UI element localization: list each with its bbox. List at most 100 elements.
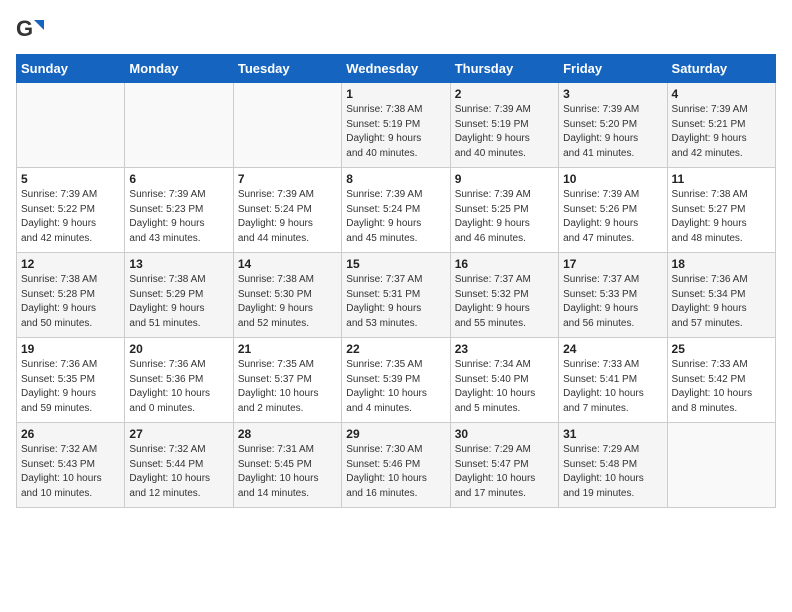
header: G — [16, 16, 776, 44]
day-info: Sunrise: 7:39 AM Sunset: 5:21 PM Dayligh… — [672, 103, 771, 161]
day-number: 14 — [238, 257, 337, 271]
svg-text:G: G — [16, 16, 33, 41]
calendar-cell: 11 Sunrise: 7:38 AM Sunset: 5:27 PM Dayli… — [667, 168, 775, 253]
calendar-cell: 2 Sunrise: 7:39 AM Sunset: 5:19 PM Daylig… — [450, 83, 558, 168]
day-number: 27 — [129, 427, 228, 441]
day-number: 18 — [672, 257, 771, 271]
calendar-cell: 19 Sunrise: 7:36 AM Sunset: 5:35 PM Dayli… — [17, 338, 125, 423]
day-number: 6 — [129, 172, 228, 186]
day-info: Sunrise: 7:36 AM Sunset: 5:35 PM Dayligh… — [21, 358, 120, 416]
calendar-cell: 30 Sunrise: 7:29 AM Sunset: 5:47 PM Dayli… — [450, 423, 558, 508]
calendar-cell: 25 Sunrise: 7:33 AM Sunset: 5:42 PM Dayli… — [667, 338, 775, 423]
day-number: 24 — [563, 342, 662, 356]
day-info: Sunrise: 7:39 AM Sunset: 5:23 PM Dayligh… — [129, 188, 228, 246]
weekday-header-sunday: Sunday — [17, 55, 125, 83]
calendar-week-row: 5Sunrise: 7:39 AM Sunset: 5:22 PM Daylig… — [17, 168, 776, 253]
day-info: Sunrise: 7:31 AM Sunset: 5:45 PM Dayligh… — [238, 443, 337, 501]
day-info: Sunrise: 7:29 AM Sunset: 5:47 PM Dayligh… — [455, 443, 554, 501]
day-info: Sunrise: 7:36 AM Sunset: 5:36 PM Dayligh… — [129, 358, 228, 416]
day-number: 9 — [455, 172, 554, 186]
calendar-cell: 28 Sunrise: 7:31 AM Sunset: 5:45 PM Dayli… — [233, 423, 341, 508]
calendar-cell: 23 Sunrise: 7:34 AM Sunset: 5:40 PM Dayli… — [450, 338, 558, 423]
weekday-header-friday: Friday — [559, 55, 667, 83]
calendar-cell: 24Sunrise: 7:33 AM Sunset: 5:41 PM Dayli… — [559, 338, 667, 423]
calendar-cell: 5Sunrise: 7:39 AM Sunset: 5:22 PM Daylig… — [17, 168, 125, 253]
calendar-cell: 15Sunrise: 7:37 AM Sunset: 5:31 PM Dayli… — [342, 253, 450, 338]
weekday-header-row: SundayMondayTuesdayWednesdayThursdayFrid… — [17, 55, 776, 83]
day-info: Sunrise: 7:39 AM Sunset: 5:25 PM Dayligh… — [455, 188, 554, 246]
calendar-cell: 29Sunrise: 7:30 AM Sunset: 5:46 PM Dayli… — [342, 423, 450, 508]
weekday-header-thursday: Thursday — [450, 55, 558, 83]
day-info: Sunrise: 7:34 AM Sunset: 5:40 PM Dayligh… — [455, 358, 554, 416]
day-number: 19 — [21, 342, 120, 356]
day-info: Sunrise: 7:39 AM Sunset: 5:19 PM Dayligh… — [455, 103, 554, 161]
calendar-cell: 9 Sunrise: 7:39 AM Sunset: 5:25 PM Daylig… — [450, 168, 558, 253]
day-info: Sunrise: 7:36 AM Sunset: 5:34 PM Dayligh… — [672, 273, 771, 331]
weekday-header-monday: Monday — [125, 55, 233, 83]
day-info: Sunrise: 7:35 AM Sunset: 5:39 PM Dayligh… — [346, 358, 445, 416]
calendar-cell: 22Sunrise: 7:35 AM Sunset: 5:39 PM Dayli… — [342, 338, 450, 423]
calendar-cell — [125, 83, 233, 168]
day-info: Sunrise: 7:32 AM Sunset: 5:43 PM Dayligh… — [21, 443, 120, 501]
day-info: Sunrise: 7:39 AM Sunset: 5:20 PM Dayligh… — [563, 103, 662, 161]
calendar-week-row: 26Sunrise: 7:32 AM Sunset: 5:43 PM Dayli… — [17, 423, 776, 508]
calendar-week-row: 19 Sunrise: 7:36 AM Sunset: 5:35 PM Dayli… — [17, 338, 776, 423]
weekday-header-wednesday: Wednesday — [342, 55, 450, 83]
calendar-cell: 10 Sunrise: 7:39 AM Sunset: 5:26 PM Dayli… — [559, 168, 667, 253]
calendar-cell: 17 Sunrise: 7:37 AM Sunset: 5:33 PM Dayli… — [559, 253, 667, 338]
calendar-cell: 31 Sunrise: 7:29 AM Sunset: 5:48 PM Dayli… — [559, 423, 667, 508]
day-number: 16 — [455, 257, 554, 271]
calendar-table: SundayMondayTuesdayWednesdayThursdayFrid… — [16, 54, 776, 508]
calendar-week-row: 1Sunrise: 7:38 AM Sunset: 5:19 PM Daylig… — [17, 83, 776, 168]
calendar-cell — [667, 423, 775, 508]
day-number: 10 — [563, 172, 662, 186]
calendar-cell: 27 Sunrise: 7:32 AM Sunset: 5:44 PM Dayli… — [125, 423, 233, 508]
day-number: 28 — [238, 427, 337, 441]
day-number: 2 — [455, 87, 554, 101]
day-number: 31 — [563, 427, 662, 441]
day-number: 13 — [129, 257, 228, 271]
calendar-week-row: 12 Sunrise: 7:38 AM Sunset: 5:28 PM Dayli… — [17, 253, 776, 338]
day-info: Sunrise: 7:39 AM Sunset: 5:26 PM Dayligh… — [563, 188, 662, 246]
day-info: Sunrise: 7:38 AM Sunset: 5:29 PM Dayligh… — [129, 273, 228, 331]
day-number: 11 — [672, 172, 771, 186]
calendar-cell — [17, 83, 125, 168]
day-info: Sunrise: 7:39 AM Sunset: 5:24 PM Dayligh… — [346, 188, 445, 246]
day-info: Sunrise: 7:33 AM Sunset: 5:42 PM Dayligh… — [672, 358, 771, 416]
calendar-cell: 3 Sunrise: 7:39 AM Sunset: 5:20 PM Daylig… — [559, 83, 667, 168]
calendar-cell: 13 Sunrise: 7:38 AM Sunset: 5:29 PM Dayli… — [125, 253, 233, 338]
day-number: 12 — [21, 257, 120, 271]
day-info: Sunrise: 7:38 AM Sunset: 5:30 PM Dayligh… — [238, 273, 337, 331]
day-number: 29 — [346, 427, 445, 441]
calendar-cell: 12 Sunrise: 7:38 AM Sunset: 5:28 PM Dayli… — [17, 253, 125, 338]
day-number: 30 — [455, 427, 554, 441]
day-info: Sunrise: 7:32 AM Sunset: 5:44 PM Dayligh… — [129, 443, 228, 501]
day-info: Sunrise: 7:38 AM Sunset: 5:19 PM Dayligh… — [346, 103, 445, 161]
calendar-cell: 21 Sunrise: 7:35 AM Sunset: 5:37 PM Dayli… — [233, 338, 341, 423]
day-info: Sunrise: 7:39 AM Sunset: 5:22 PM Dayligh… — [21, 188, 120, 246]
day-number: 8 — [346, 172, 445, 186]
day-number: 7 — [238, 172, 337, 186]
day-info: Sunrise: 7:39 AM Sunset: 5:24 PM Dayligh… — [238, 188, 337, 246]
day-number: 25 — [672, 342, 771, 356]
calendar-cell: 1Sunrise: 7:38 AM Sunset: 5:19 PM Daylig… — [342, 83, 450, 168]
logo-icon: G — [16, 16, 44, 44]
day-info: Sunrise: 7:38 AM Sunset: 5:27 PM Dayligh… — [672, 188, 771, 246]
day-number: 3 — [563, 87, 662, 101]
weekday-header-saturday: Saturday — [667, 55, 775, 83]
day-info: Sunrise: 7:37 AM Sunset: 5:33 PM Dayligh… — [563, 273, 662, 331]
day-number: 23 — [455, 342, 554, 356]
day-info: Sunrise: 7:38 AM Sunset: 5:28 PM Dayligh… — [21, 273, 120, 331]
calendar-cell: 8 Sunrise: 7:39 AM Sunset: 5:24 PM Daylig… — [342, 168, 450, 253]
day-number: 15 — [346, 257, 445, 271]
day-info: Sunrise: 7:29 AM Sunset: 5:48 PM Dayligh… — [563, 443, 662, 501]
weekday-header-tuesday: Tuesday — [233, 55, 341, 83]
day-number: 4 — [672, 87, 771, 101]
calendar-cell: 16Sunrise: 7:37 AM Sunset: 5:32 PM Dayli… — [450, 253, 558, 338]
day-info: Sunrise: 7:35 AM Sunset: 5:37 PM Dayligh… — [238, 358, 337, 416]
calendar-cell: 14 Sunrise: 7:38 AM Sunset: 5:30 PM Dayli… — [233, 253, 341, 338]
day-number: 17 — [563, 257, 662, 271]
day-number: 21 — [238, 342, 337, 356]
calendar-cell: 18 Sunrise: 7:36 AM Sunset: 5:34 PM Dayli… — [667, 253, 775, 338]
calendar-cell — [233, 83, 341, 168]
